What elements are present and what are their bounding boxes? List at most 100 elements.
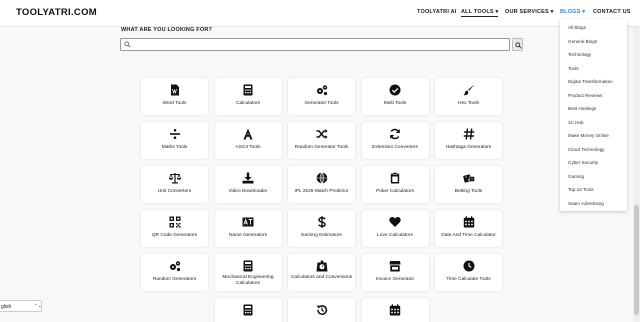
scrollbar-thumb[interactable] <box>634 205 639 315</box>
tool-label: Maths Tools <box>161 145 188 150</box>
tool-card-maths-tools[interactable]: Maths Tools <box>141 122 208 159</box>
tool-card-hashtags-generators[interactable]: Hashtags Generators <box>435 122 502 159</box>
clock-icon <box>463 260 474 272</box>
heart-icon <box>389 217 401 227</box>
tool-card-invoice-generator[interactable]: Invoice Generator <box>361 254 429 291</box>
text-icon <box>242 217 254 227</box>
tool-label: Word Tools <box>162 101 187 106</box>
site-logo[interactable]: TOOLYATRI.COM <box>16 7 97 18</box>
balance-scale-icon <box>168 173 181 184</box>
download-icon <box>242 172 254 184</box>
tool-card-qr-code-generators[interactable]: QR Code Generators <box>141 210 208 247</box>
nav-toolyatri-ai[interactable]: TOOLYATRI AI <box>417 9 456 15</box>
blogs-menu-item[interactable]: Cloud Technology <box>568 147 604 152</box>
tool-label: Unit Converters <box>157 189 192 194</box>
search-heading: WHAT ARE YOU LOOKING FOR? <box>121 27 213 33</box>
tool-card-ipl-2025-match-predictor[interactable]: IPL 2025 Match Predictor <box>288 166 355 203</box>
tool-card-word-tools[interactable]: Word Tools <box>141 78 208 115</box>
tool-label: Mechanical Engineering Calculators <box>222 275 274 286</box>
tool-card-ascii-tools[interactable]: ASCII Tools <box>214 122 282 159</box>
weight-icon <box>316 260 327 272</box>
tool-grid: Word Tools Calculators Generator Tools M… <box>141 78 503 322</box>
tool-label: Hashtags Generators <box>445 145 492 150</box>
blogs-menu-item[interactable]: Product Reviews <box>568 93 602 98</box>
tool-card-earning-estimators[interactable]: Earning Estimators <box>288 210 355 247</box>
tool-card-random-generators[interactable]: Random Generators <box>141 254 208 291</box>
divide-icon <box>169 129 180 139</box>
blogs-menu-item[interactable]: Top 10 Tools <box>568 187 594 192</box>
blogs-menu-item[interactable]: Digital Transformation <box>568 79 613 84</box>
tool-card-time-calculate-tools[interactable]: Time Calculate Tools <box>435 254 502 291</box>
tool-card-generator-tools[interactable]: Generator Tools <box>288 78 355 115</box>
blogs-menu-item[interactable]: Gaming <box>568 174 584 179</box>
tool-card-video-downloader[interactable]: Video Downloader <box>214 166 282 203</box>
blogs-menu-item[interactable]: 1C Hub <box>568 120 584 125</box>
blogs-menu-item[interactable]: All Blogs <box>568 25 586 30</box>
tool-label: Video Downloader <box>228 189 268 194</box>
calculator-icon <box>243 304 253 316</box>
dice-icon <box>462 174 475 183</box>
nav-our-services[interactable]: OUR SERVICES ▾ <box>505 9 554 15</box>
tool-card-calculators[interactable]: Calculators <box>214 78 282 115</box>
chevron-updown-icon: ⌃⌄ <box>34 303 42 308</box>
search-button[interactable] <box>512 38 523 51</box>
tool-label: Time Calculate Tools <box>446 277 491 282</box>
letter-a-icon <box>243 128 253 140</box>
tool-card-hex-tools[interactable]: Hex Tools <box>435 78 502 115</box>
tool-card-name-generators[interactable]: Name Generators <box>214 210 282 247</box>
nav-blogs[interactable]: BLOGS ▾ <box>560 9 585 15</box>
nav-contact-us[interactable]: CONTACT US <box>593 9 631 15</box>
tool-label: Date And Time Calculator <box>441 233 496 238</box>
tool-card-mechanical-engineering-calculators[interactable]: Mechanical Engineering Calculators <box>214 254 282 291</box>
tool-card[interactable] <box>361 298 429 322</box>
language-select[interactable]: glish ⌃⌄ <box>0 300 42 312</box>
blogs-dropdown-menu: All Blogs General Blogs Technology Tools… <box>560 19 627 211</box>
top-navbar: TOOLYATRI.COM TOOLYATRI AI ALL TOOLS ▾ O… <box>0 0 640 27</box>
word-file-icon <box>170 84 179 96</box>
check-circle-icon <box>389 84 401 96</box>
tool-card-random-generator-tools[interactable]: Random Generator Tools <box>288 122 355 159</box>
tool-label: Random Generators <box>152 277 197 282</box>
history-icon <box>316 305 327 315</box>
qrcode-icon <box>169 216 180 228</box>
blogs-menu-item[interactable]: Make Money Online <box>568 133 609 138</box>
blogs-menu-item[interactable]: General Blogs <box>568 39 597 44</box>
tool-label: Love Calculators <box>377 233 413 238</box>
language-value: glish <box>1 304 12 310</box>
tool-card-love-calculators[interactable]: Love Calculators <box>361 210 429 247</box>
tool-label: Hex Tools <box>458 101 479 106</box>
tool-card[interactable] <box>288 298 355 322</box>
tool-label: Earning Estimators <box>301 233 342 238</box>
blogs-menu-item[interactable]: Technology <box>568 52 591 57</box>
tool-label: IPL 2025 Match Predictor <box>294 189 349 194</box>
tool-label: Random Generator Tools <box>294 145 349 150</box>
tool-label: Name Generators <box>228 233 268 238</box>
tool-card-calculators-and-conversions[interactable]: Calculators and Conversions <box>288 254 355 291</box>
tool-label: ASCII Tools <box>235 145 261 150</box>
tool-label: Invoice Generator <box>375 277 415 282</box>
tool-card-date-and-time-calculator[interactable]: Date And Time Calculator <box>435 210 502 247</box>
tool-label: QR Code Generators <box>151 233 198 238</box>
search-input[interactable] <box>120 38 510 51</box>
cogs-icon <box>316 85 327 96</box>
cogs-icon <box>169 261 180 272</box>
tool-label: Betting Tools <box>454 189 483 194</box>
nav-all-tools[interactable]: ALL TOOLS ▾ <box>461 9 499 17</box>
tool-card[interactable] <box>214 298 282 322</box>
blogs-menu-item[interactable]: Best Hostings <box>568 106 596 111</box>
tool-card-poker-calculators[interactable]: Poker Calculators <box>361 166 429 203</box>
search-icon <box>124 41 131 48</box>
blogs-menu-item[interactable]: Cyber Security <box>568 160 598 165</box>
tool-card-extension-converters[interactable]: Extension Converters <box>361 122 429 159</box>
calculator-icon <box>243 84 253 96</box>
tool-label: Poker Calculators <box>376 189 414 194</box>
dollar-icon <box>317 216 326 228</box>
calculator-icon <box>243 260 253 272</box>
search-icon <box>514 41 522 49</box>
blogs-menu-item[interactable]: Seam Advertising <box>568 201 604 206</box>
tool-card-betting-tools[interactable]: Betting Tools <box>435 166 502 203</box>
tool-card-unit-converters[interactable]: Unit Converters <box>141 166 208 203</box>
tool-card-multi-tools[interactable]: Multi Tools <box>361 78 429 115</box>
blogs-menu-item[interactable]: Tools <box>568 66 579 71</box>
sync-icon <box>390 128 400 140</box>
